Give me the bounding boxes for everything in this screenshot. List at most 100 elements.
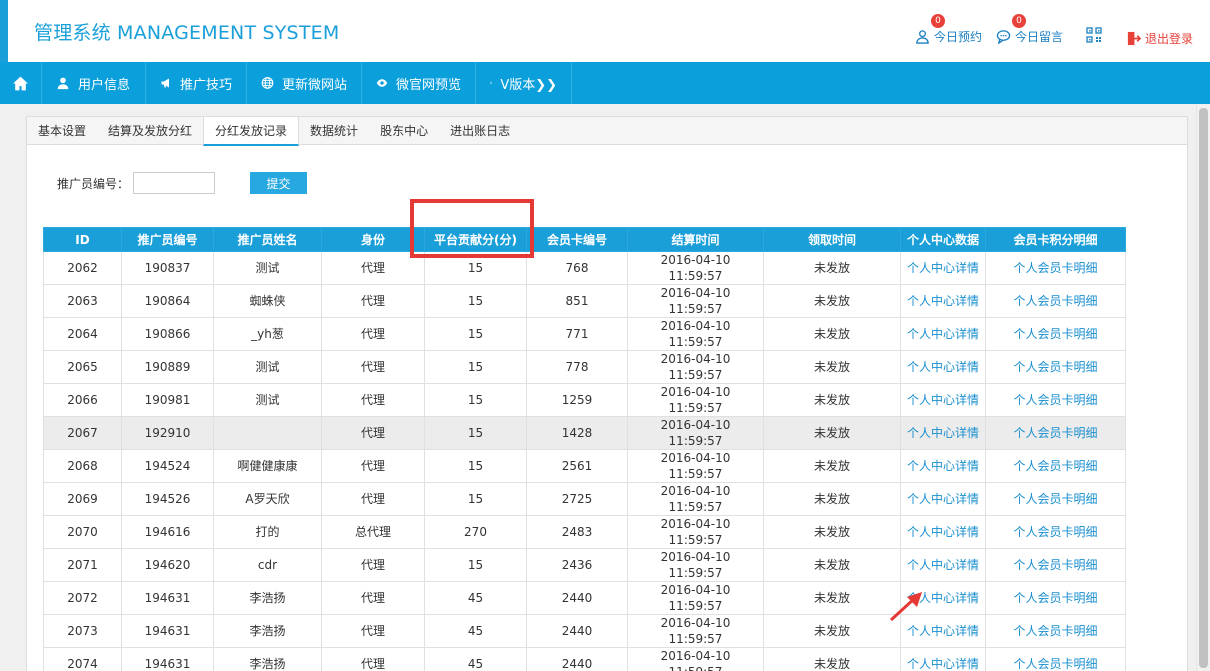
member-card-detail-link[interactable]: 个人会员卡明细: [1013, 591, 1097, 605]
personal-center-detail-link[interactable]: 个人中心详情: [907, 624, 979, 638]
cell-role: 代理: [321, 482, 425, 516]
personal-center-detail-link[interactable]: 个人中心详情: [907, 492, 979, 506]
member-card-detail-link[interactable]: 个人会员卡明细: [1013, 525, 1097, 539]
cell-role: 代理: [321, 350, 425, 384]
member-card-detail-link[interactable]: 个人会员卡明细: [1013, 558, 1097, 572]
cell-points: 45: [424, 581, 527, 615]
promoter-no-input[interactable]: [133, 172, 216, 194]
personal-center-detail-link[interactable]: 个人中心详情: [907, 393, 979, 407]
member-card-detail-link[interactable]: 个人会员卡明细: [1013, 360, 1097, 374]
col-promoter-no: 推广员编号: [121, 227, 214, 252]
today-messages-link[interactable]: 0 今日留言: [996, 14, 1063, 45]
member-card-detail-link[interactable]: 个人会员卡明细: [1013, 261, 1097, 275]
settle-clock: 11:59:57: [668, 533, 723, 547]
member-card-detail-link[interactable]: 个人会员卡明细: [1013, 459, 1097, 473]
personal-center-detail-link[interactable]: 个人中心详情: [907, 525, 979, 539]
settle-date: 2016-04-10: [660, 451, 731, 465]
megaphone-icon: [161, 78, 169, 88]
tab-account-log[interactable]: 进出账日志: [439, 117, 521, 145]
member-card-detail-link[interactable]: 个人会员卡明细: [1013, 426, 1097, 440]
col-card-points: 会员卡积分明细: [985, 227, 1126, 252]
cell-id: 2062: [43, 251, 122, 285]
cell-promoter-no: 190864: [121, 284, 214, 318]
tab-basic-settings[interactable]: 基本设置: [27, 117, 97, 145]
cell-personal-center: 个人中心详情: [900, 449, 986, 483]
records-table-wrap: ID 推广员编号 推广员姓名 身份 平台贡献分(分) 会员卡编号 结算时间 领取…: [43, 227, 1126, 671]
member-card-detail-link[interactable]: 个人会员卡明细: [1013, 657, 1097, 671]
cell-card-no: 768: [526, 251, 628, 285]
cell-role: 代理: [321, 383, 425, 417]
cell-role: 代理: [321, 317, 425, 351]
search-form: 推广员编号： 提交: [57, 172, 308, 194]
col-personal-center: 个人中心数据: [900, 227, 986, 252]
personal-center-detail-link[interactable]: 个人中心详情: [907, 426, 979, 440]
logout-link[interactable]: 退出登录: [1126, 30, 1193, 47]
qr-code-icon[interactable]: [1086, 27, 1102, 43]
tab-statistics[interactable]: 数据统计: [299, 117, 369, 145]
cell-personal-center: 个人中心详情: [900, 284, 986, 318]
tab-bar: 基本设置 结算及发放分红 分红发放记录 数据统计 股东中心 进出账日志: [27, 117, 1187, 146]
settle-clock: 11:59:57: [668, 566, 723, 580]
settle-clock: 11:59:57: [668, 368, 723, 382]
tab-settlement[interactable]: 结算及发放分红: [97, 117, 203, 145]
cell-settle-time: 2016-04-10 11:59:57: [627, 350, 764, 384]
chat-bubble-icon: [996, 30, 1011, 44]
cell-card-points: 个人会员卡明细: [985, 548, 1126, 582]
nav-update-site[interactable]: 更新微网站: [247, 62, 362, 104]
page-scrollbar[interactable]: [1196, 104, 1210, 671]
settle-clock: 11:59:57: [668, 269, 723, 283]
nav-promotion-tips[interactable]: 推广技巧: [146, 62, 247, 104]
settle-clock: 11:59:57: [668, 302, 723, 316]
cell-card-points: 个人会员卡明细: [985, 251, 1126, 285]
cell-promoter-no: 190981: [121, 383, 214, 417]
cell-id: 2070: [43, 515, 122, 549]
tab-dividend-records[interactable]: 分红发放记录: [203, 117, 300, 146]
table-row: 2070 194616 打的 总代理 270 2483 2016-04-10 11:59:57…: [43, 515, 1126, 549]
cell-settle-time: 2016-04-10 11:59:57: [627, 317, 764, 351]
personal-center-detail-link[interactable]: 个人中心详情: [907, 558, 979, 572]
cell-id: 2067: [43, 416, 122, 450]
cell-promoter-no: 190889: [121, 350, 214, 384]
cell-personal-center: 个人中心详情: [900, 647, 986, 671]
personal-center-detail-link[interactable]: 个人中心详情: [907, 261, 979, 275]
personal-center-detail-link[interactable]: 个人中心详情: [907, 459, 979, 473]
cell-name: [213, 416, 322, 450]
scrollbar-thumb[interactable]: [1199, 108, 1208, 668]
personal-center-detail-link[interactable]: 个人中心详情: [907, 657, 979, 671]
personal-center-detail-link[interactable]: 个人中心详情: [907, 294, 979, 308]
version-icon: [490, 81, 493, 85]
nav-user-info[interactable]: 用户信息: [42, 62, 146, 104]
nav-version[interactable]: V版本❯❯: [476, 62, 572, 104]
settle-date: 2016-04-10: [660, 583, 731, 597]
cell-promoter-no: 194524: [121, 449, 214, 483]
cell-card-no: 778: [526, 350, 628, 384]
member-card-detail-link[interactable]: 个人会员卡明细: [1013, 294, 1097, 308]
today-appointments-link[interactable]: 0 今日预约: [915, 14, 982, 45]
submit-button[interactable]: 提交: [250, 172, 308, 194]
tab-shareholder-center[interactable]: 股东中心: [369, 117, 439, 145]
cell-points: 15: [424, 251, 527, 285]
personal-center-detail-link[interactable]: 个人中心详情: [907, 591, 979, 605]
member-card-detail-link[interactable]: 个人会员卡明细: [1013, 624, 1097, 638]
cell-claim-status: 未发放: [763, 515, 901, 549]
home-icon: [13, 76, 28, 90]
cell-personal-center: 个人中心详情: [900, 614, 986, 648]
settle-clock: 11:59:57: [668, 500, 723, 514]
table-row: 2062 190837 测试 代理 15 768 2016-04-10 11:59:57 未发放…: [43, 251, 1126, 285]
table-header-row: ID 推广员编号 推广员姓名 身份 平台贡献分(分) 会员卡编号 结算时间 领取…: [43, 227, 1126, 252]
app-title: 管理系统 MANAGEMENT SYSTEM: [34, 22, 340, 44]
cell-settle-time: 2016-04-10 11:59:57: [627, 383, 764, 417]
member-card-detail-link[interactable]: 个人会员卡明细: [1013, 492, 1097, 506]
nav-home[interactable]: [0, 62, 42, 104]
cell-card-no: 851: [526, 284, 628, 318]
cell-card-points: 个人会员卡明细: [985, 416, 1126, 450]
cell-claim-status: 未发放: [763, 647, 901, 671]
nav-site-preview[interactable]: 微官网预览: [362, 62, 476, 104]
personal-center-detail-link[interactable]: 个人中心详情: [907, 327, 979, 341]
cell-points: 15: [424, 317, 527, 351]
cell-claim-status: 未发放: [763, 317, 901, 351]
personal-center-detail-link[interactable]: 个人中心详情: [907, 360, 979, 374]
member-card-detail-link[interactable]: 个人会员卡明细: [1013, 327, 1097, 341]
member-card-detail-link[interactable]: 个人会员卡明细: [1013, 393, 1097, 407]
cell-card-no: 2440: [526, 581, 628, 615]
